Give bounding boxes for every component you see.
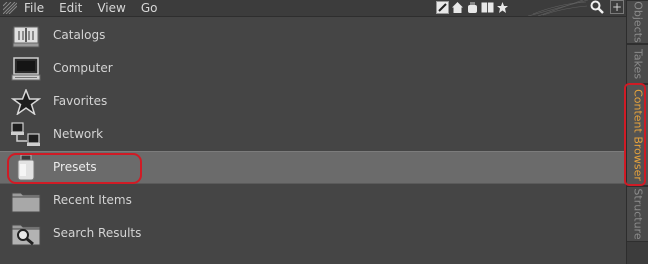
list-item-network[interactable]: Network: [0, 118, 626, 151]
list-item-recent-items[interactable]: Recent Items: [0, 184, 626, 217]
magnifier-icon: [11, 221, 41, 247]
list-item-label: Search Results: [53, 226, 142, 240]
side-tab-bar: Objects Takes Content Browser Structure: [626, 0, 648, 264]
edit-icon[interactable]: [436, 1, 449, 14]
list-item-label: Network: [53, 127, 104, 141]
tab-label: Takes: [631, 48, 644, 80]
tab-objects[interactable]: Objects: [627, 0, 648, 44]
browser-toolbar: [436, 0, 509, 15]
list-item-label: Recent Items: [53, 193, 132, 207]
list-item-label: Catalogs: [53, 28, 106, 42]
list-item-favorites[interactable]: Favorites: [0, 85, 626, 118]
spiderweb-decoration: [528, 0, 588, 16]
star-icon[interactable]: [496, 1, 509, 14]
menu-go[interactable]: Go: [141, 0, 158, 16]
menu-edit[interactable]: Edit: [59, 0, 82, 16]
folder-icon: [11, 188, 41, 214]
grip-icon[interactable]: [2, 1, 18, 15]
tab-label: Content Browser: [631, 89, 644, 181]
list-item-label: Computer: [53, 61, 113, 75]
book-icon[interactable]: [481, 1, 494, 14]
tab-label: Objects: [631, 1, 644, 43]
menu-view[interactable]: View: [97, 0, 125, 16]
catalog-book-icon: [11, 23, 41, 49]
menu-file[interactable]: File: [24, 0, 44, 16]
network-icon: [11, 122, 41, 148]
tab-label: Structure: [631, 188, 644, 240]
add-icon[interactable]: +: [610, 0, 624, 14]
search-icon[interactable]: [590, 0, 604, 14]
computer-icon: [11, 56, 41, 82]
tab-content-browser[interactable]: Content Browser: [627, 84, 648, 186]
presets-jar-icon: [11, 154, 41, 181]
list-item-presets[interactable]: Presets: [0, 151, 626, 184]
tab-takes[interactable]: Takes: [627, 44, 648, 84]
location-list: Catalogs Computer Favorites Network Pres…: [0, 19, 626, 250]
list-item-computer[interactable]: Computer: [0, 52, 626, 85]
list-item-label: Presets: [53, 160, 97, 174]
star-icon: [10, 87, 42, 116]
preset-icon[interactable]: [466, 1, 479, 14]
list-item-search-results[interactable]: Search Results: [0, 217, 626, 250]
home-icon[interactable]: [451, 1, 464, 14]
list-item-catalogs[interactable]: Catalogs: [0, 19, 626, 52]
tab-structure[interactable]: Structure: [627, 186, 648, 242]
list-item-label: Favorites: [53, 94, 108, 108]
